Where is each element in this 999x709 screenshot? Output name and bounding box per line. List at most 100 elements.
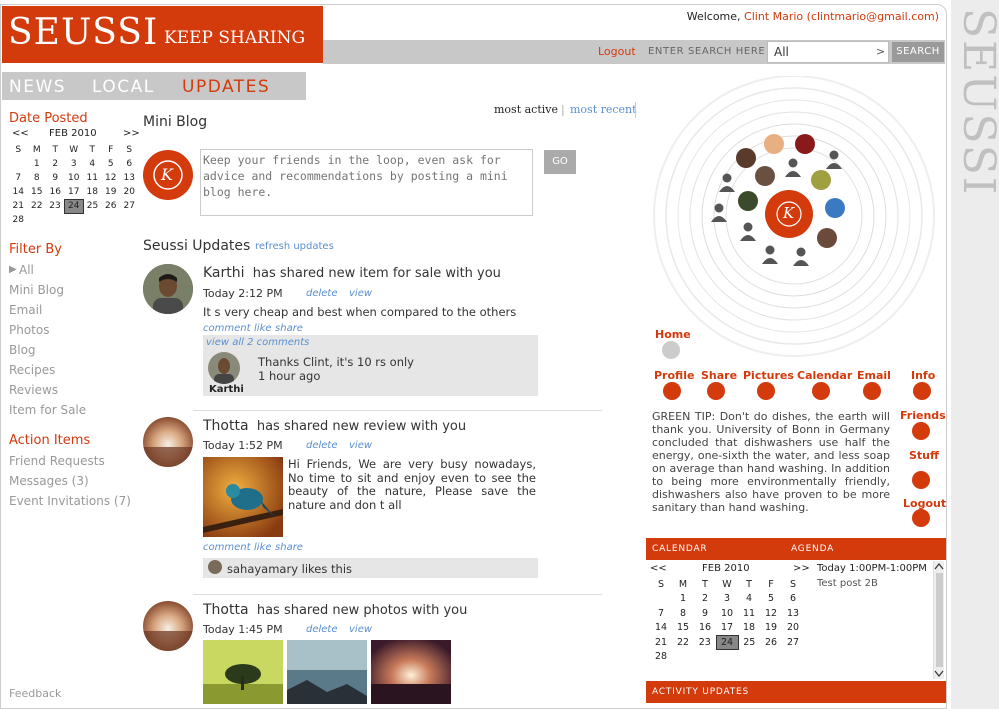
like-link[interactable]: like — [254, 323, 272, 334]
calendar-day[interactable]: 6 — [120, 157, 139, 171]
search-button[interactable]: SEARCH — [892, 42, 944, 62]
filter-item-recipes[interactable]: Recipes — [9, 363, 55, 377]
dock-share-label[interactable]: Share — [701, 369, 737, 382]
user-silhouette-icon[interactable] — [793, 246, 809, 266]
calendar-day[interactable]: 26 — [102, 199, 121, 213]
calendar-day[interactable]: 7 — [9, 171, 28, 185]
photo-thumb-coast[interactable] — [287, 640, 367, 704]
mini-blog-go-button[interactable]: GO — [544, 150, 576, 174]
calendar-day[interactable]: 3 — [716, 592, 738, 607]
calendar-day[interactable]: 5 — [760, 592, 782, 607]
calendar-day[interactable]: 22 — [28, 199, 47, 213]
action-item[interactable]: Messages (3) — [9, 474, 89, 488]
friend-avatar[interactable] — [811, 170, 831, 190]
calendar-day[interactable]: 5 — [102, 157, 121, 171]
update-2-view[interactable]: view — [349, 440, 372, 451]
dock-share-dot[interactable] — [707, 382, 725, 400]
update-3-view[interactable]: view — [349, 624, 372, 635]
dock-friends-dot[interactable] — [912, 422, 930, 440]
brand-logo[interactable]: SEUSSI KEEP SHARING — [2, 6, 323, 63]
calendar-day[interactable]: 25 — [738, 635, 760, 650]
feedback-link[interactable]: Feedback — [9, 687, 61, 700]
comment-author[interactable]: Karthi — [209, 384, 244, 395]
dock-home-dot[interactable] — [662, 341, 680, 359]
calendar-day[interactable]: 4 — [738, 592, 760, 607]
scroll-up-icon[interactable] — [934, 562, 944, 572]
cal-next[interactable]: >> — [123, 128, 140, 139]
refresh-updates-link[interactable]: refresh updates — [255, 241, 334, 252]
calendar-day[interactable]: 19 — [102, 185, 121, 199]
agenda-item[interactable]: Test post 2B — [817, 578, 878, 589]
tab-updates[interactable]: UPDATES — [182, 77, 270, 97]
calendar-day[interactable]: 23 — [46, 199, 65, 213]
user-link[interactable]: Clint Mario (clintmario@gmail.com) — [744, 10, 939, 23]
calendar-day[interactable]: 26 — [760, 635, 782, 650]
filter-item-reviews[interactable]: Reviews — [9, 383, 58, 397]
calendar-day[interactable]: 1 — [672, 592, 694, 607]
calendar-day[interactable]: 8 — [28, 171, 47, 185]
user-silhouette-icon[interactable] — [826, 149, 842, 169]
dock-calendar-dot[interactable] — [812, 382, 830, 400]
comment-avatar[interactable] — [208, 352, 240, 384]
friend-avatar[interactable] — [755, 166, 775, 186]
update-2-delete[interactable]: delete — [306, 440, 338, 451]
photo-thumb-sunset[interactable] — [371, 640, 451, 704]
friend-avatar[interactable] — [764, 134, 784, 154]
calendar-day[interactable]: 24 — [64, 198, 84, 214]
friend-avatar[interactable] — [738, 191, 758, 211]
panel-cal-prev[interactable]: << — [650, 563, 667, 574]
dock-home-label[interactable]: Home — [655, 328, 691, 341]
calendar-day[interactable]: 4 — [83, 157, 102, 171]
agenda-scrollbar[interactable] — [933, 561, 944, 679]
calendar-day[interactable]: 2 — [46, 157, 65, 171]
calendar-day[interactable]: 15 — [28, 185, 47, 199]
search-dropdown-arrow[interactable]: > — [876, 45, 885, 58]
calendar-day[interactable]: 16 — [46, 185, 65, 199]
calendar-day[interactable]: 18 — [738, 621, 760, 636]
dock-calendar-label[interactable]: Calendar — [797, 369, 852, 382]
dock-email-label[interactable]: Email — [857, 369, 891, 382]
calendar-day[interactable]: 9 — [694, 606, 716, 621]
filter-item-item-for-sale[interactable]: Item for Sale — [9, 403, 86, 417]
update-3-delete[interactable]: delete — [306, 624, 338, 635]
calendar-day[interactable]: 6 — [782, 592, 804, 607]
calendar-day[interactable]: 3 — [65, 157, 84, 171]
calendar-day[interactable]: 17 — [65, 185, 84, 199]
calendar-day[interactable]: 11 — [738, 606, 760, 621]
share-link[interactable]: share — [275, 542, 303, 553]
cal-prev[interactable]: << — [12, 128, 29, 139]
comment-link[interactable]: comment — [203, 323, 251, 334]
user-silhouette-icon[interactable] — [785, 157, 801, 177]
panel-cal-next[interactable]: >> — [793, 563, 810, 574]
user-silhouette-icon[interactable] — [762, 244, 778, 264]
thotta-avatar[interactable] — [143, 417, 193, 467]
calendar-day[interactable]: 13 — [120, 171, 139, 185]
friend-avatar[interactable] — [817, 228, 837, 248]
friend-avatar[interactable] — [736, 148, 756, 168]
filter-item-photos[interactable]: Photos — [9, 323, 49, 337]
calendar-day[interactable]: 23 — [694, 635, 716, 650]
calendar-day[interactable]: 11 — [83, 171, 102, 185]
filter-item-blog[interactable]: Blog — [9, 343, 36, 357]
calendar-day[interactable]: 20 — [120, 185, 139, 199]
karthi-avatar[interactable] — [143, 264, 193, 314]
calendar-day[interactable]: 28 — [9, 213, 28, 227]
dock-logout-dot[interactable] — [912, 509, 930, 527]
calendar-day[interactable]: 28 — [650, 650, 672, 665]
update-1-view[interactable]: view — [349, 288, 372, 299]
calendar-day[interactable]: 21 — [9, 199, 28, 213]
calendar-day[interactable]: 18 — [83, 185, 102, 199]
update-1-author[interactable]: Karthi — [203, 265, 245, 281]
liker-avatar[interactable] — [208, 560, 222, 574]
calendar-day[interactable]: 13 — [782, 606, 804, 621]
comment-link[interactable]: comment — [203, 542, 251, 553]
calendar-day[interactable]: 10 — [65, 171, 84, 185]
calendar-day[interactable]: 1 — [28, 157, 47, 171]
dock-friends-label[interactable]: Friends — [900, 409, 946, 422]
center-avatar[interactable]: K — [765, 190, 813, 238]
dock-email-dot[interactable] — [863, 382, 881, 400]
logout-link[interactable]: Logout — [598, 45, 636, 58]
update-3-author[interactable]: Thotta — [203, 602, 249, 618]
calendar-day[interactable]: 8 — [672, 606, 694, 621]
calendar-day[interactable]: 9 — [46, 171, 65, 185]
